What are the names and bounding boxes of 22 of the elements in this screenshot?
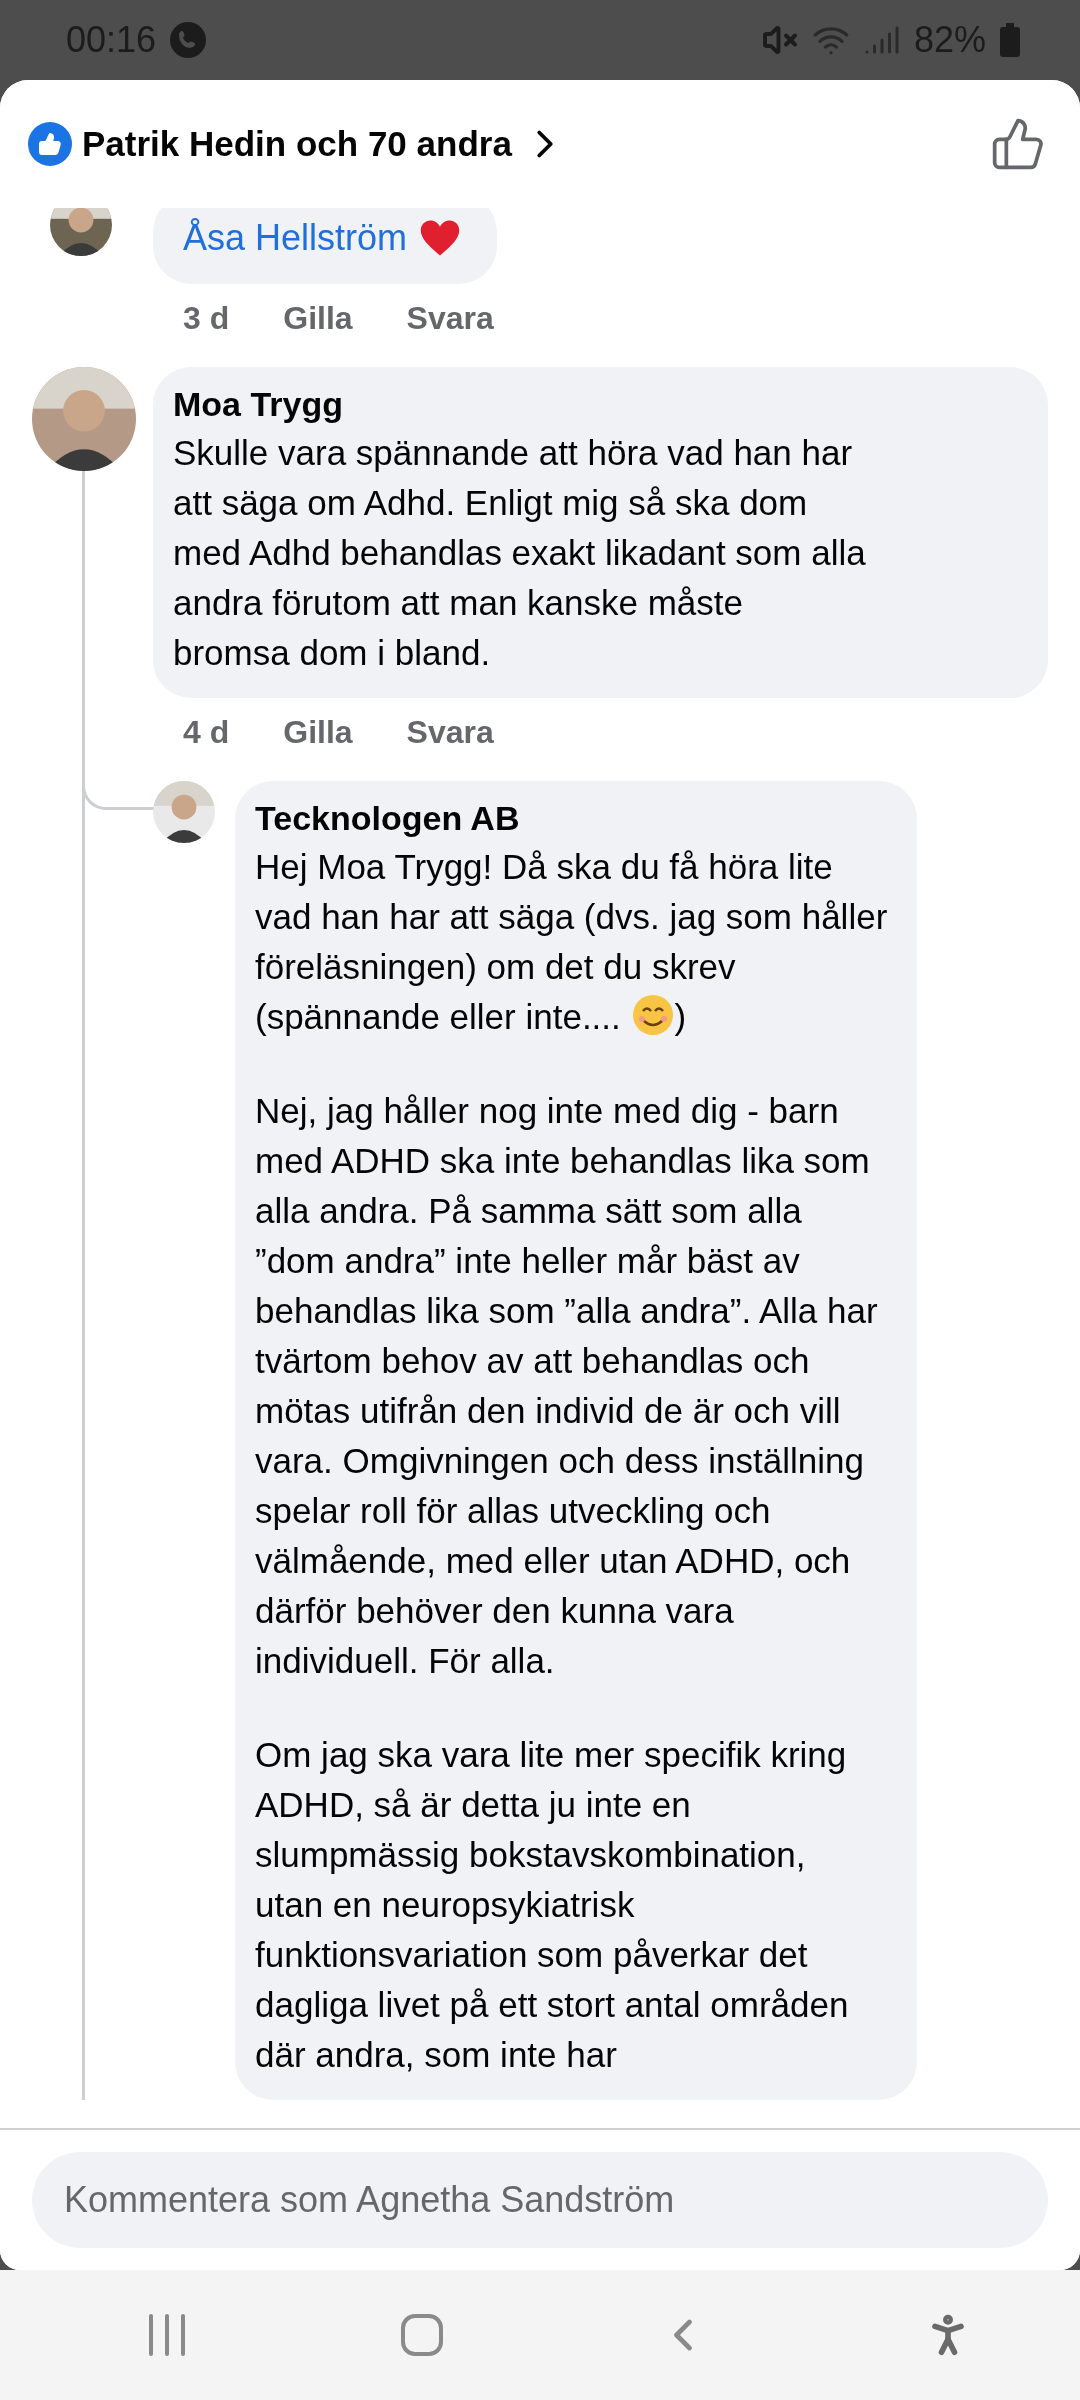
comment-text: Hej Moa Trygg! Då ska du få höra lite vad han har att säga (dvs. jag som håller föreläsningen) om det du skrev (spännande eller inte.... ) <box>255 846 888 1039</box>
comment-author[interactable]: Tecknologen AB <box>255 799 888 838</box>
avatar[interactable] <box>50 208 112 256</box>
like-link[interactable]: Gilla <box>283 714 353 751</box>
comment-author[interactable]: Moa Trygg <box>173 385 1018 424</box>
battery-icon <box>1000 23 1020 57</box>
smiley-icon <box>630 993 675 1037</box>
like-icon[interactable] <box>990 116 1046 172</box>
reactions-link[interactable]: Patrik Hedin och 70 andra <box>82 124 512 164</box>
comment-time: 4 d <box>183 714 230 751</box>
like-badge-icon <box>28 122 72 166</box>
phone-icon <box>170 22 207 58</box>
comment-text: Skulle vara spännande att höra vad han har att säga om Adhd. Enligt mig så ska dom med Adhd behandlas exakt likadant som alla andra förutom att man kanske måste bromsa dom i bland. <box>173 432 867 674</box>
like-link[interactable]: Gilla <box>283 300 353 337</box>
reply-link[interactable]: Svara <box>406 714 494 751</box>
mention-link[interactable]: Åsa Hellström <box>183 212 408 264</box>
comment-text: Om jag ska vara lite mer specifik kring ADHD, så är detta ju inte en slumpmässig bokstavskombination, utan en neuropsykiatrisk funktionsvariation som påverkar det dagliga livet på ett stort antal områden där andra, som inte har <box>255 1734 850 2076</box>
heart-icon <box>419 218 462 258</box>
comment-text: Nej, jag håller nog inte med dig - barn med ADHD ska inte behandlas lika som alla andra. På samma sätt som alla ”dom andra” inte heller mår bäst av behandlas lika som ”alla andra”. Alla har tvärtom behov av att behandlas och mötas utifrån den individ de är och vill vara. Omgivningen och dess inställning spelar roll för allas utveckling och välmående, med eller utan ADHD, och därför behöver den kunna vara individuell. För alla. <box>255 1090 879 1682</box>
reply-link[interactable]: Svara <box>406 300 494 337</box>
comment-time: 3 d <box>183 300 230 337</box>
comment-input-field[interactable]: Kommentera som Agnetha Sandström <box>32 2152 1048 2248</box>
